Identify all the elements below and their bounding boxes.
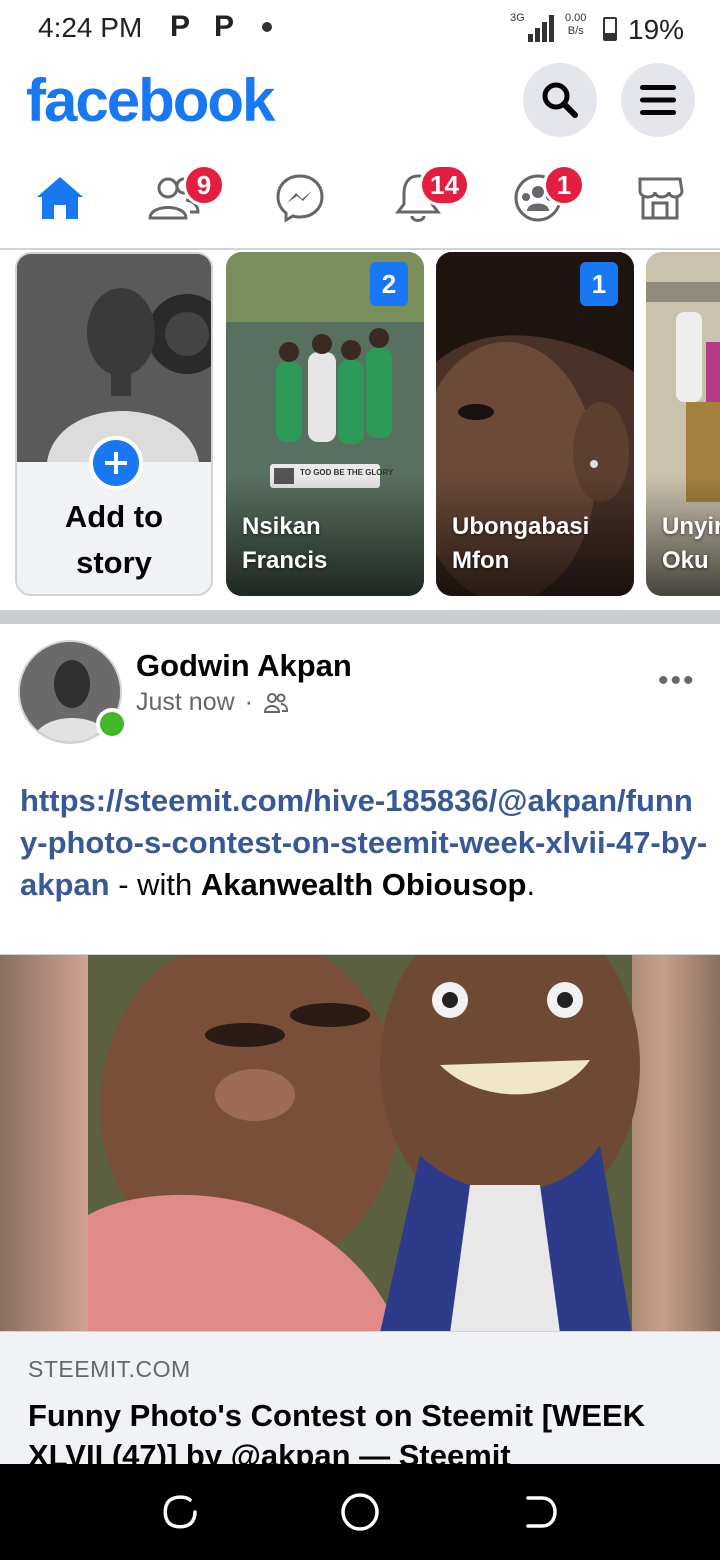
status-time: 4:24 PM <box>38 12 143 43</box>
link-domain: STEEMIT.COM <box>28 1356 191 1382</box>
network-type: 3G <box>510 12 525 24</box>
post-options-icon[interactable]: ••• <box>658 664 696 698</box>
network-speed: 0.00 B/s <box>565 12 587 37</box>
story-card[interactable]: 1 Ubongabasi Mfon <box>436 252 634 596</box>
own-profile-photo <box>17 254 211 462</box>
link-preview-card[interactable]: STEEMIT.COM Funny Photo's Contest on Ste… <box>0 1332 720 1464</box>
search-button[interactable] <box>523 63 597 137</box>
signal-icon <box>528 14 558 42</box>
status-bar: 4:24 PM P P 3G 0.00 B/s 19% <box>0 0 720 60</box>
online-status-icon <box>96 708 128 740</box>
post-text: https://steemit.com/hive-185836/@akpan/f… <box>20 780 710 906</box>
story-name: Nsikan Francis <box>242 513 328 574</box>
post-time[interactable]: Just now <box>136 688 235 717</box>
add-story-label: Add to story <box>64 499 164 580</box>
tab-marketplace[interactable] <box>628 168 692 228</box>
post-meta: Just now · <box>136 688 289 717</box>
notification-p-icon: P <box>214 10 235 43</box>
recent-apps-icon[interactable] <box>160 1492 200 1532</box>
add-story-card[interactable]: Add to story <box>15 252 213 596</box>
menu-button[interactable] <box>621 63 695 137</box>
friends-audience-icon[interactable] <box>263 692 289 714</box>
with-text: - with <box>109 867 201 902</box>
system-navigation-bar <box>0 1464 720 1560</box>
battery-percent: 19% <box>628 14 685 45</box>
marketplace-icon <box>638 177 684 220</box>
battery-icon <box>603 17 617 41</box>
story-count-badge: 1 <box>580 262 618 306</box>
home-circle-icon[interactable] <box>340 1492 380 1532</box>
tagged-person[interactable]: Akanwealth Obiousop <box>201 867 527 902</box>
groups-badge: 1 <box>543 164 585 206</box>
stories-tray: Add to story TO GOD BE THE GLORY 2 Nsika… <box>0 252 720 610</box>
search-icon <box>542 82 578 118</box>
link-title: Funny Photo's Contest on Steemit [WEEK X… <box>28 1398 646 1464</box>
story-name: Unyir Oku <box>662 513 720 574</box>
meta-separator: · <box>244 688 253 716</box>
story-name: Ubongabasi Mfon <box>452 513 590 574</box>
period: . <box>526 867 536 902</box>
add-story-plus-icon <box>89 436 143 490</box>
feed-divider <box>0 610 720 624</box>
home-icon <box>37 177 83 219</box>
notifications-badge: 14 <box>419 164 470 206</box>
story-card[interactable]: TO GOD BE THE GLORY 2 Nsikan Francis <box>226 252 424 596</box>
messenger-icon <box>276 174 324 223</box>
story-count-badge: 2 <box>370 262 408 306</box>
back-icon[interactable] <box>520 1492 560 1532</box>
tab-home[interactable] <box>28 168 92 228</box>
main-nav: 9 14 1 <box>0 150 720 250</box>
story-card[interactable]: Unyir Oku <box>646 252 720 596</box>
more-notifications-dot-icon <box>262 22 272 32</box>
post-image[interactable] <box>0 954 720 1332</box>
menu-icon <box>640 85 676 115</box>
post-author-name[interactable]: Godwin Akpan <box>136 648 352 684</box>
tab-messenger[interactable] <box>268 168 332 228</box>
friends-badge: 9 <box>183 164 225 206</box>
notification-p-icon: P <box>170 10 191 43</box>
facebook-logo[interactable]: facebook <box>26 66 275 135</box>
